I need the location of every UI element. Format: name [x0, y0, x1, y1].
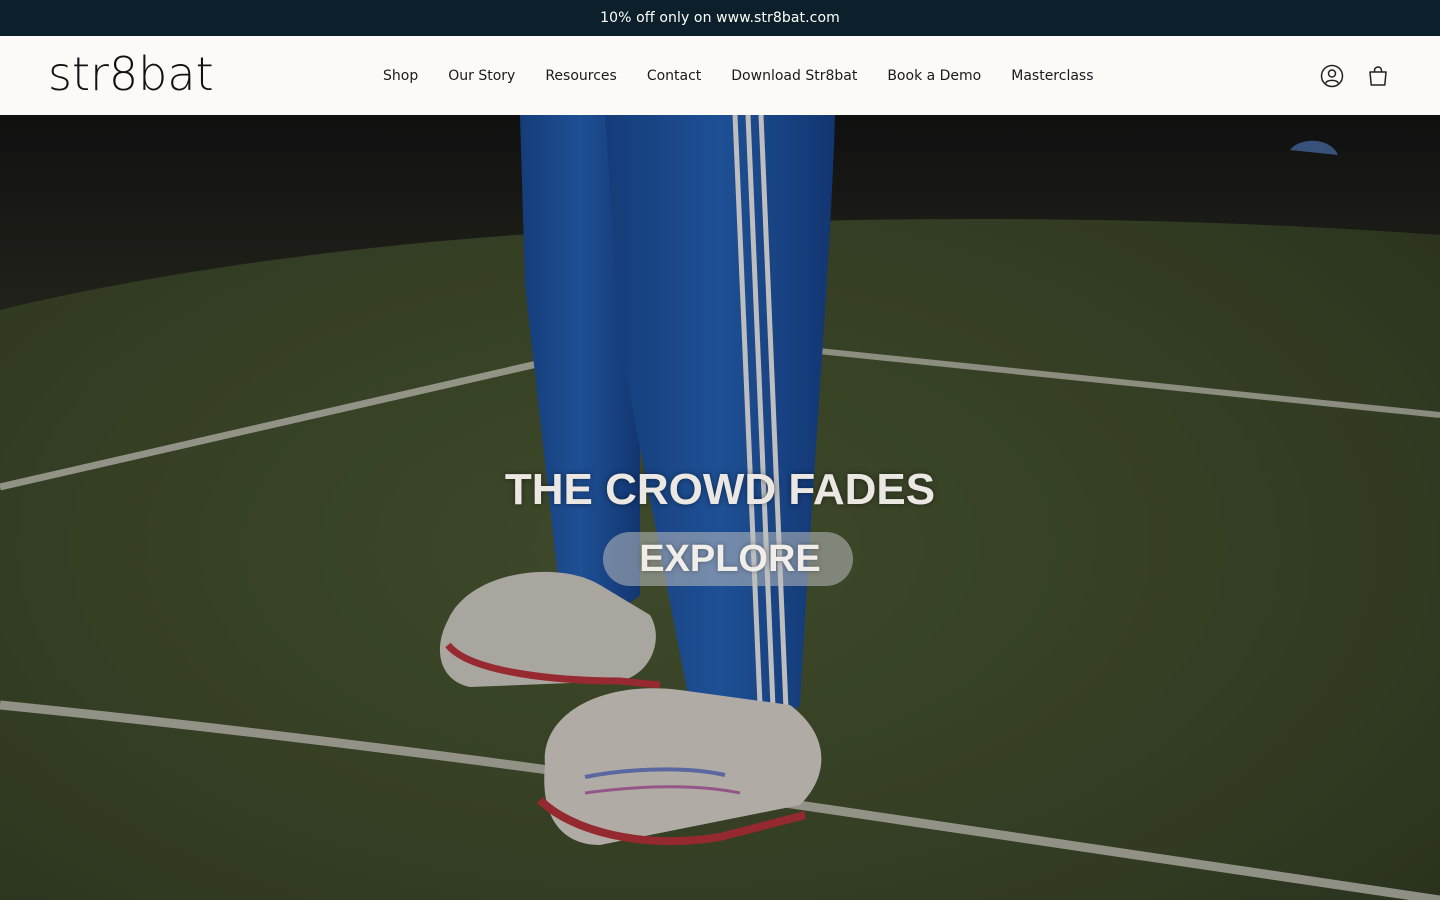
nav-item-book-demo[interactable]: Book a Demo: [887, 68, 981, 84]
site-header: str8bat Shop Our Story Resources Contact…: [0, 36, 1440, 115]
account-icon[interactable]: [1319, 63, 1345, 89]
nav-item-contact[interactable]: Contact: [647, 68, 701, 84]
nav-item-our-story[interactable]: Our Story: [448, 68, 515, 84]
explore-button[interactable]: EXPLORE: [603, 532, 853, 586]
logo[interactable]: str8bat: [48, 50, 222, 100]
announcement-text[interactable]: 10% off only on www.str8bat.com: [600, 10, 840, 26]
logo-text: str8bat: [48, 50, 214, 100]
nav-item-shop[interactable]: Shop: [383, 68, 418, 84]
nav-item-masterclass[interactable]: Masterclass: [1011, 68, 1093, 84]
nav-item-resources[interactable]: Resources: [545, 68, 617, 84]
announcement-bar: 10% off only on www.str8bat.com: [0, 0, 1440, 36]
hero-title: THE CROWD FADES: [504, 465, 936, 514]
hero-banner: THE CROWD FADES EXPLORE: [0, 115, 1440, 900]
cart-icon[interactable]: [1365, 63, 1391, 89]
main-nav: Shop Our Story Resources Contact Downloa…: [383, 36, 1094, 115]
nav-item-download[interactable]: Download Str8bat: [731, 68, 857, 84]
explore-button-label: EXPLORE: [639, 537, 821, 580]
